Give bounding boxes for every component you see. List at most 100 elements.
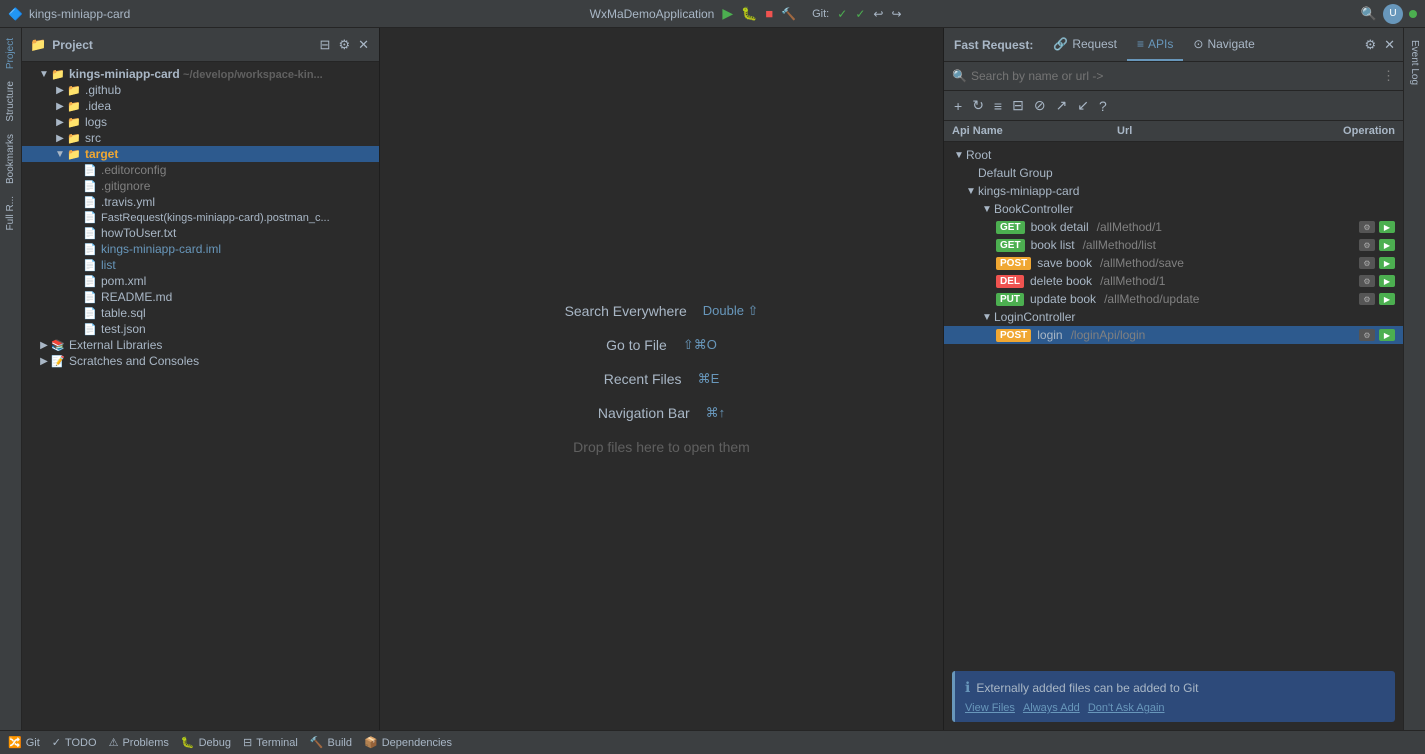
fr-tree-save-book[interactable]: POST save book /allMethod/save ⚙ ▶ (944, 254, 1403, 272)
tree-item-iml[interactable]: 📄 kings-miniapp-card.iml (22, 241, 379, 257)
bottom-todo[interactable]: ✓ TODO (52, 736, 97, 749)
collapse-all-btn[interactable]: ⊟ (318, 35, 333, 55)
right-sidebar-tabs: Event Log (1403, 28, 1425, 730)
sidebar-item-full-request[interactable]: Full R... (3, 190, 18, 236)
folder-icon-header: 📁 (30, 37, 46, 53)
run-button[interactable]: ▶ (722, 5, 733, 22)
sidebar-item-project[interactable]: Project (3, 32, 18, 75)
fr-export-btn[interactable]: ↙ (1075, 95, 1091, 116)
scratches-label: Scratches and Consoles (69, 354, 199, 368)
fr-tree-update-book[interactable]: PUT update book /allMethod/update ⚙ ▶ (944, 290, 1403, 308)
fr-notif-view-files[interactable]: View Files (965, 702, 1015, 714)
show-options-btn[interactable]: ⚙ (336, 35, 352, 55)
fr-update-book-run[interactable]: ▶ (1379, 293, 1395, 305)
iml-label: kings-miniapp-card.iml (101, 242, 221, 256)
fr-book-list-run[interactable]: ▶ (1379, 239, 1395, 251)
fr-update-book-settings[interactable]: ⚙ (1359, 293, 1375, 305)
fr-layout2-btn[interactable]: ⊟ (1010, 95, 1026, 116)
tab-apis[interactable]: ≡ APIs (1127, 28, 1183, 61)
tree-item-travis[interactable]: 📄 .travis.yml (22, 194, 379, 210)
fr-login-ctrl-arrow: ▼ (980, 312, 994, 323)
fr-settings-btn[interactable]: ⚙ (1362, 35, 1378, 55)
user-avatar[interactable]: U (1383, 4, 1403, 24)
fr-book-detail-run[interactable]: ▶ (1379, 221, 1395, 233)
tree-item-external-libs[interactable]: ▶ 📚 External Libraries (22, 337, 379, 353)
tab-request[interactable]: 🔗 Request (1043, 28, 1127, 61)
bottom-git[interactable]: 🔀 Git (8, 736, 40, 749)
goto-file-action[interactable]: Go to File ⇧⌘O (606, 337, 717, 353)
fr-tree-login-controller[interactable]: ▼ LoginController (944, 308, 1403, 326)
tree-item-fastrequest[interactable]: 📄 FastRequest(kings-miniapp-card).postma… (22, 210, 379, 225)
fr-login-settings[interactable]: ⚙ (1359, 329, 1375, 341)
fr-login-run[interactable]: ▶ (1379, 329, 1395, 341)
sidebar-item-event-log[interactable]: Event Log (1407, 32, 1422, 93)
bottom-build[interactable]: 🔨 Build (310, 736, 352, 749)
tree-item-target[interactable]: ▼ 📁 target (22, 146, 379, 162)
fr-search-more-btn[interactable]: ⋮ (1382, 68, 1395, 84)
git-redo[interactable]: ↪ (891, 7, 901, 21)
fr-delete-book-settings[interactable]: ⚙ (1359, 275, 1375, 287)
git-undo[interactable]: ↩ (873, 7, 883, 21)
recent-files-action[interactable]: Recent Files ⌘E (604, 371, 719, 387)
fr-layout-btn[interactable]: ≡ (992, 96, 1004, 116)
fr-tree-default-group[interactable]: Default Group (944, 164, 1403, 182)
left-sidebar-tabs: Project Structure Bookmarks Full R... (0, 28, 22, 730)
fr-save-book-run[interactable]: ▶ (1379, 257, 1395, 269)
fr-add-btn[interactable]: + (952, 96, 964, 116)
fr-tree-book-detail[interactable]: GET book detail /allMethod/1 ⚙ ▶ (944, 218, 1403, 236)
request-tab-icon: 🔗 (1053, 37, 1068, 51)
tree-item-idea[interactable]: ▶ 📁 .idea (22, 98, 379, 114)
tree-item-logs[interactable]: ▶ 📁 logs (22, 114, 379, 130)
fr-delete-book-run[interactable]: ▶ (1379, 275, 1395, 287)
fr-help-btn[interactable]: ? (1097, 96, 1109, 116)
fr-notif-dont-ask[interactable]: Don't Ask Again (1088, 702, 1165, 714)
fr-tree-book-list[interactable]: GET book list /allMethod/list ⚙ ▶ (944, 236, 1403, 254)
tree-item-editorconfig[interactable]: 📄 .editorconfig (22, 162, 379, 178)
fr-tree-kings-group[interactable]: ▼ kings-miniapp-card (944, 182, 1403, 200)
fr-tree-root[interactable]: ▼ Root (944, 146, 1403, 164)
sidebar-item-bookmarks[interactable]: Bookmarks (3, 128, 18, 190)
fr-tree-login-endpoint[interactable]: POST login /loginApi/login ⚙ ▶ (944, 326, 1403, 344)
recent-files-label: Recent Files (604, 371, 682, 387)
tree-item-howtouser[interactable]: 📄 howToUser.txt (22, 225, 379, 241)
tree-item-scratches[interactable]: ▶ 📝 Scratches and Consoles (22, 353, 379, 369)
fr-tree-delete-book[interactable]: DEL delete book /allMethod/1 ⚙ ▶ (944, 272, 1403, 290)
bottom-problems[interactable]: ⚠ Problems (109, 736, 169, 749)
fr-search-input[interactable] (971, 69, 1378, 83)
fr-save-book-label: save book (1037, 256, 1092, 270)
fr-tree-book-controller[interactable]: ▼ BookController (944, 200, 1403, 218)
fr-close-btn[interactable]: ✕ (1382, 35, 1397, 55)
tree-item-github[interactable]: ▶ 📁 .github (22, 82, 379, 98)
fr-notif-always-add[interactable]: Always Add (1023, 702, 1080, 714)
tree-item-gitignore[interactable]: 📄 .gitignore (22, 178, 379, 194)
tree-item-pom[interactable]: 📄 pom.xml (22, 273, 379, 289)
stop-button[interactable]: ■ (765, 6, 773, 21)
fr-cancel-btn[interactable]: ⊘ (1032, 95, 1048, 116)
tab-navigate[interactable]: ⊙ Navigate (1183, 28, 1264, 61)
tree-item-root[interactable]: ▼ 📁 kings-miniapp-card ~/develop/workspa… (22, 66, 379, 82)
fr-save-book-settings[interactable]: ⚙ (1359, 257, 1375, 269)
sidebar-item-structure[interactable]: Structure (3, 75, 18, 128)
fr-refresh-btn[interactable]: ↻ (970, 95, 986, 116)
fastrequest-label: FastRequest(kings-miniapp-card).postman_… (101, 212, 330, 224)
bottom-debug[interactable]: 🐛 Debug (181, 736, 231, 749)
close-panel-btn[interactable]: ✕ (356, 35, 371, 55)
file-tree-panel: 📁 Project ⊟ ⚙ ✕ ▼ 📁 kings-miniapp-card ~… (22, 28, 380, 730)
nav-bar-action[interactable]: Navigation Bar ⌘↑ (598, 405, 725, 421)
tree-item-src[interactable]: ▶ 📁 src (22, 130, 379, 146)
fr-book-list-settings[interactable]: ⚙ (1359, 239, 1375, 251)
fr-book-detail-settings[interactable]: ⚙ (1359, 221, 1375, 233)
tree-item-testjson[interactable]: 📄 test.json (22, 321, 379, 337)
col-api-name: Api Name (952, 125, 1117, 137)
tree-item-list[interactable]: 📄 list (22, 257, 379, 273)
badge-put-update-book: PUT (996, 293, 1024, 306)
tree-item-readme[interactable]: 📄 README.md (22, 289, 379, 305)
bottom-dependencies[interactable]: 📦 Dependencies (364, 736, 452, 749)
fr-link-btn[interactable]: ↗ (1054, 95, 1070, 116)
tree-item-tablesql[interactable]: 📄 table.sql (22, 305, 379, 321)
search-everywhere-action[interactable]: Search Everywhere Double ⇧ (565, 303, 759, 319)
build-button[interactable]: 🔨 (781, 7, 796, 21)
bottom-terminal[interactable]: ⊟ Terminal (243, 736, 298, 749)
debug-button[interactable]: 🐛 (741, 6, 757, 22)
search-top-button[interactable]: 🔍 (1361, 6, 1377, 22)
